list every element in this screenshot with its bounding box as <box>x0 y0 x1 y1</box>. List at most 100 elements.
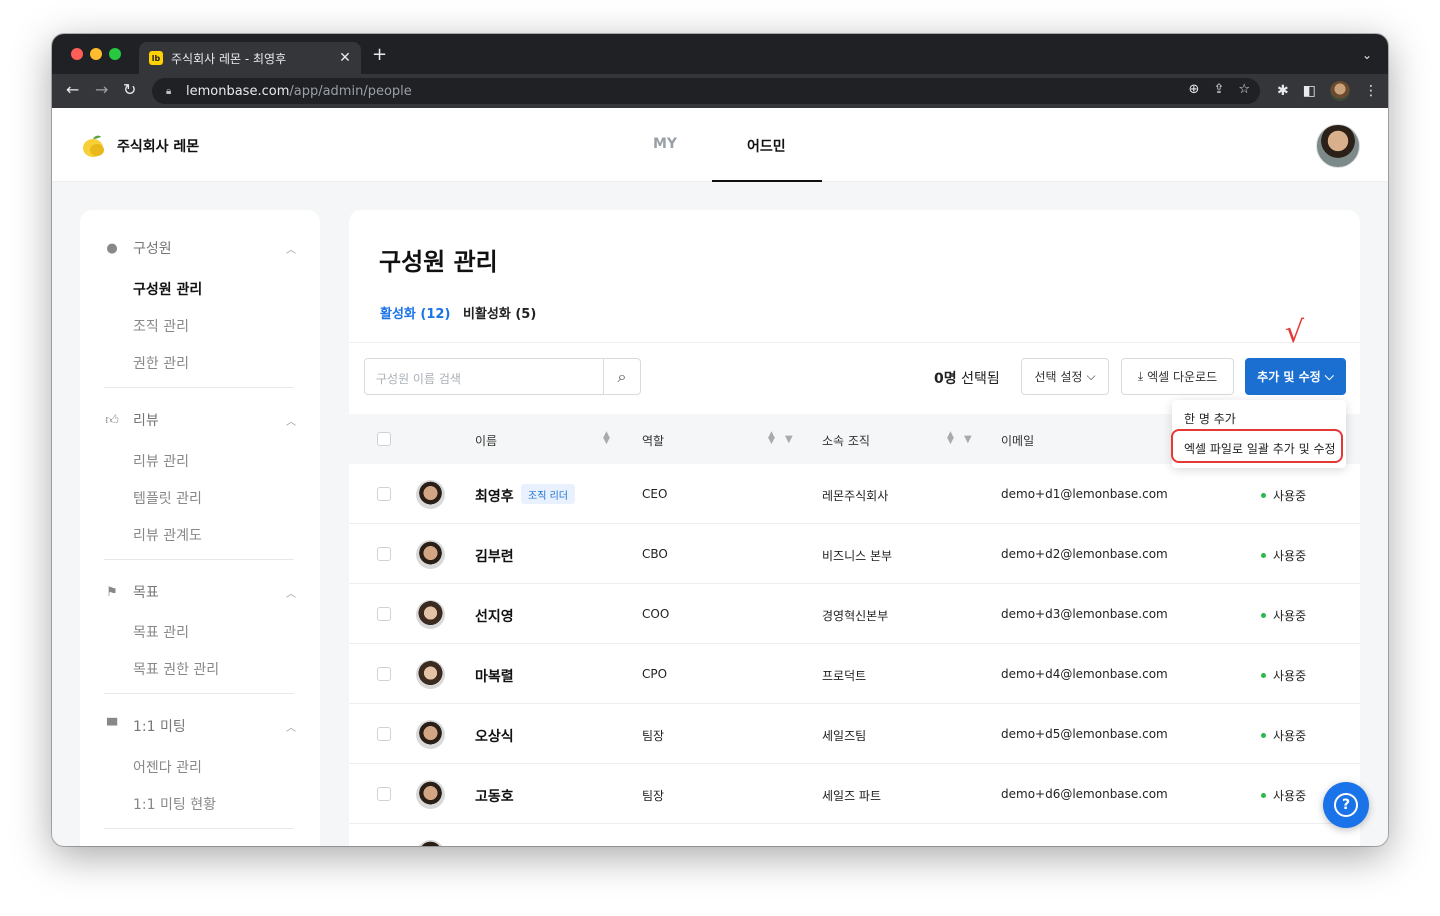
menu-item-add-one[interactable]: 한 명 추가 <box>1184 410 1236 427</box>
annotation-checkmark-icon: √ <box>1285 315 1305 350</box>
sort-icon[interactable]: ▲ ▼ <box>947 431 954 446</box>
sidebar-item-review-management[interactable]: 리뷰 관리 <box>133 451 189 471</box>
filter-icon[interactable]: ▼ <box>964 434 972 445</box>
member-name[interactable]: 최영후 <box>475 486 514 506</box>
nav-admin[interactable]: 어드민 <box>747 136 786 156</box>
profile-avatar[interactable] <box>1330 81 1350 101</box>
row-checkbox[interactable] <box>377 607 391 621</box>
tab-search-chevron-icon[interactable]: ⌄ <box>1362 48 1372 62</box>
company-name[interactable]: 주식회사 레몬 <box>117 136 199 156</box>
table-row[interactable]: 고동호 팀장 세일즈 파트 demo+d6@lemonbase.com 사용중 <box>349 764 1360 824</box>
divider <box>104 559 294 560</box>
sidebar-item-org-management[interactable]: 조직 관리 <box>133 316 189 336</box>
browser-menu-icon[interactable]: ⋮ <box>1364 83 1378 99</box>
sidebar-section-one-on-one[interactable]: ▀ 1:1 미팅 <box>104 716 186 736</box>
sidebar-item-review-relations[interactable]: 리뷰 관계도 <box>133 525 202 545</box>
member-name[interactable]: 선지영 <box>475 606 514 626</box>
sidebar-section-review[interactable]: 👍︎ 리뷰 <box>104 410 159 430</box>
table-row[interactable]: 최영후 조직 리더 CEO 레몬주식회사 demo+d1@lemonbase.c… <box>349 464 1360 524</box>
member-org: 프로덕트 <box>822 669 867 683</box>
sort-icon[interactable]: ▲ ▼ <box>768 431 775 446</box>
row-checkbox[interactable] <box>377 547 391 561</box>
table-row[interactable]: 오상식 팀장 세일즈팀 demo+d5@lemonbase.com 사용중 <box>349 704 1360 764</box>
sidebar-item-goal-permission-management[interactable]: 목표 권한 관리 <box>133 659 219 679</box>
member-name[interactable]: 고동호 <box>475 786 514 806</box>
bookmark-star-icon[interactable]: ☆ <box>1238 82 1250 97</box>
browser-tab[interactable]: lb 주식회사 레몬 - 최영후 ✕ <box>139 42 361 74</box>
column-header-email[interactable]: 이메일 <box>1001 432 1034 449</box>
avatar <box>416 720 445 749</box>
filter-icon[interactable]: ▼ <box>785 434 793 445</box>
forward-icon[interactable]: → <box>95 81 108 99</box>
selected-count-suffix: 선택됨 <box>956 371 1000 387</box>
tab-close-icon[interactable]: ✕ <box>335 50 355 66</box>
column-header-role[interactable]: 역할 <box>642 432 664 449</box>
sort-icon[interactable]: ▲ ▼ <box>603 431 610 446</box>
share-icon[interactable]: ⇪ <box>1213 82 1224 97</box>
table-row[interactable]: 마복렬 CPO 프로덕트 demo+d4@lemonbase.com 사용중 <box>349 644 1360 704</box>
select-settings-button[interactable]: 선택 설정 ⌵ <box>1021 358 1109 395</box>
maximize-window-button[interactable] <box>109 48 121 60</box>
user-avatar[interactable] <box>1316 124 1360 168</box>
tab-active-members[interactable]: 활성화 (12) <box>380 303 450 322</box>
column-header-org[interactable]: 소속 조직 <box>822 432 870 449</box>
reload-icon[interactable]: ↻ <box>123 81 136 99</box>
sidebar-section-label: 구성원 <box>133 241 172 257</box>
zoom-icon[interactable]: ⊕ <box>1189 82 1200 97</box>
help-button[interactable]: ? <box>1323 782 1369 828</box>
member-email: demo+d4@lemonbase.com <box>1001 667 1168 681</box>
status-dot-icon <box>1261 793 1266 798</box>
avatar <box>416 480 445 509</box>
add-edit-button[interactable]: 추가 및 수정 ⌵ <box>1245 358 1346 395</box>
excel-download-button[interactable]: ⤓ 엑셀 다운로드 <box>1121 358 1234 395</box>
select-settings-label: 선택 설정 <box>1034 370 1083 384</box>
member-name[interactable]: 김부련 <box>475 546 514 566</box>
member-name[interactable]: 마복렬 <box>475 666 514 686</box>
sidebar-item-goal-management[interactable]: 목표 관리 <box>133 622 189 642</box>
minimize-window-button[interactable] <box>90 48 102 60</box>
member-role: 팀장 <box>642 729 665 743</box>
chevron-up-icon[interactable]: ︿ <box>286 719 296 734</box>
tab-title: 주식회사 레몬 - 최영후 <box>171 51 287 66</box>
row-checkbox[interactable] <box>377 787 391 801</box>
search-icon[interactable]: ⌕ <box>603 359 640 394</box>
sidebar-item-agenda-management[interactable]: 어젠다 관리 <box>133 757 202 777</box>
column-header-name[interactable]: 이름 <box>475 432 497 449</box>
sidebar-item-member-management[interactable]: 구성원 관리 <box>133 279 202 299</box>
row-checkbox[interactable] <box>377 727 391 741</box>
table-row[interactable]: 선지영 COO 경영혁신본부 demo+d3@lemonbase.com 사용중 <box>349 584 1360 644</box>
chevron-up-icon[interactable]: ︿ <box>286 241 296 256</box>
nav-active-underline <box>712 180 822 182</box>
status-dot-icon <box>1261 553 1266 558</box>
member-role: COO <box>642 607 670 621</box>
member-name[interactable]: 오상식 <box>475 726 514 746</box>
member-email: demo+d6@lemonbase.com <box>1001 787 1168 801</box>
row-checkbox[interactable] <box>377 667 391 681</box>
person-icon: ● <box>106 241 118 256</box>
side-panel-icon[interactable]: ◧ <box>1303 83 1316 99</box>
sidebar-item-meeting-status[interactable]: 1:1 미팅 현황 <box>133 794 216 814</box>
extensions-icon[interactable]: ✱ <box>1277 83 1289 99</box>
new-tab-icon[interactable]: + <box>372 46 387 64</box>
sidebar-section-goals[interactable]: ⚑ 목표 <box>104 582 159 602</box>
help-question-icon: ? <box>1334 793 1358 817</box>
status-dot-icon <box>1261 493 1266 498</box>
sidebar-section-members[interactable]: ● 구성원 <box>104 238 172 258</box>
chevron-up-icon[interactable]: ︿ <box>286 585 296 600</box>
url-bar[interactable]: 🔒︎ lemonbase.com/app/admin/people ⊕ ⇪ ☆ <box>152 78 1260 104</box>
status-badge: 조직 리더 <box>521 484 575 504</box>
sidebar-item-permission-management[interactable]: 권한 관리 <box>133 353 189 373</box>
nav-my[interactable]: MY <box>653 136 677 152</box>
table-row[interactable]: 김부련 CBO 비즈니스 본부 demo+d2@lemonbase.com 사용… <box>349 524 1360 584</box>
select-all-checkbox[interactable] <box>377 432 391 446</box>
row-checkbox[interactable] <box>377 487 391 501</box>
sidebar-item-template-management[interactable]: 템플릿 관리 <box>133 488 202 508</box>
back-icon[interactable]: ← <box>66 81 79 99</box>
tab-inactive-members[interactable]: 비활성화 (5) <box>463 303 536 322</box>
chevron-up-icon[interactable]: ︿ <box>286 413 296 428</box>
search-input[interactable]: 구성원 이름 검색 <box>376 370 461 387</box>
close-window-button[interactable] <box>71 48 83 60</box>
member-search-field[interactable]: 구성원 이름 검색 ⌕ <box>364 358 641 395</box>
member-status-label: 사용중 <box>1273 549 1307 563</box>
sidebar-section-label: 리뷰 <box>133 413 159 429</box>
